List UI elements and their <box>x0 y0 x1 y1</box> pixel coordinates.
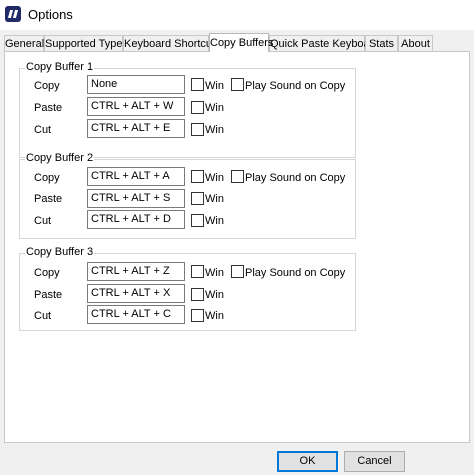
cut-hotkey-field[interactable]: CTRL + ALT + D <box>87 210 185 229</box>
win-label: Win <box>205 310 224 322</box>
play-sound-checkbox[interactable] <box>231 265 244 278</box>
cut-label: Cut <box>34 124 52 136</box>
copy-win-checkbox[interactable] <box>191 170 204 183</box>
paste-hotkey-field[interactable]: CTRL + ALT + W <box>87 97 185 116</box>
cut-hotkey-field[interactable]: CTRL + ALT + E <box>87 119 185 138</box>
tab-panel: Copy Buffer 1 Copy None Win Play Sound o… <box>4 51 470 443</box>
tab-copy-buffers[interactable]: Copy Buffers <box>209 33 273 52</box>
play-sound-label: Play Sound on Copy <box>245 172 346 184</box>
tab-about[interactable]: About <box>398 35 433 51</box>
copy-win-checkbox[interactable] <box>191 265 204 278</box>
copy-hotkey-field[interactable]: CTRL + ALT + A <box>87 167 185 186</box>
win-label: Win <box>205 102 224 114</box>
play-sound-label: Play Sound on Copy <box>245 80 346 92</box>
cut-hotkey-field[interactable]: CTRL + ALT + C <box>87 305 185 324</box>
win-label: Win <box>205 124 224 136</box>
group-title: Copy Buffer 3 <box>25 246 95 258</box>
copy-label: Copy <box>34 267 60 279</box>
play-sound-checkbox[interactable] <box>231 170 244 183</box>
paste-label: Paste <box>34 102 63 114</box>
play-sound-label: Play Sound on Copy <box>245 267 346 279</box>
ok-button[interactable]: OK <box>277 451 338 472</box>
copy-buffer-1-group: Copy Buffer 1 Copy None Win Play Sound o… <box>19 61 356 158</box>
app-icon <box>5 6 21 22</box>
win-label: Win <box>205 267 224 279</box>
cut-win-checkbox[interactable] <box>191 214 204 227</box>
copy-win-checkbox[interactable] <box>191 78 204 91</box>
paste-label: Paste <box>34 193 63 205</box>
paste-win-checkbox[interactable] <box>191 192 204 205</box>
group-title: Copy Buffer 1 <box>25 61 95 73</box>
paste-hotkey-field[interactable]: CTRL + ALT + X <box>87 284 185 303</box>
tab-general[interactable]: General <box>4 35 44 51</box>
copy-buffer-3-group: Copy Buffer 3 Copy CTRL + ALT + Z Win Pl… <box>19 246 356 331</box>
play-sound-checkbox[interactable] <box>231 78 244 91</box>
tab-supported-types[interactable]: Supported Types <box>44 35 128 51</box>
win-label: Win <box>205 289 224 301</box>
cut-win-checkbox[interactable] <box>191 123 204 136</box>
win-label: Win <box>205 193 224 205</box>
cut-label: Cut <box>34 215 52 227</box>
tab-strip: General Supported Types Keyboard Shortcu… <box>4 33 470 52</box>
group-title: Copy Buffer 2 <box>25 152 95 164</box>
win-label: Win <box>205 172 224 184</box>
copy-label: Copy <box>34 172 60 184</box>
copy-hotkey-field[interactable]: CTRL + ALT + Z <box>87 262 185 281</box>
copy-hotkey-field[interactable]: None <box>87 75 185 94</box>
window-title: Options <box>28 7 73 22</box>
paste-label: Paste <box>34 289 63 301</box>
copy-buffer-2-group: Copy Buffer 2 Copy CTRL + ALT + A Win Pl… <box>19 152 356 239</box>
cancel-button[interactable]: Cancel <box>344 451 405 472</box>
tab-quick-paste-keyboard[interactable]: Quick Paste Keyboard <box>269 35 379 51</box>
win-label: Win <box>205 80 224 92</box>
paste-win-checkbox[interactable] <box>191 288 204 301</box>
win-label: Win <box>205 215 224 227</box>
paste-hotkey-field[interactable]: CTRL + ALT + S <box>87 189 185 208</box>
cut-win-checkbox[interactable] <box>191 309 204 322</box>
copy-label: Copy <box>34 80 60 92</box>
cut-label: Cut <box>34 310 52 322</box>
paste-win-checkbox[interactable] <box>191 101 204 114</box>
tab-keyboard-shortcuts[interactable]: Keyboard Shortcuts <box>123 35 221 51</box>
title-bar: Options <box>0 0 474 30</box>
tab-stats[interactable]: Stats <box>365 35 398 51</box>
